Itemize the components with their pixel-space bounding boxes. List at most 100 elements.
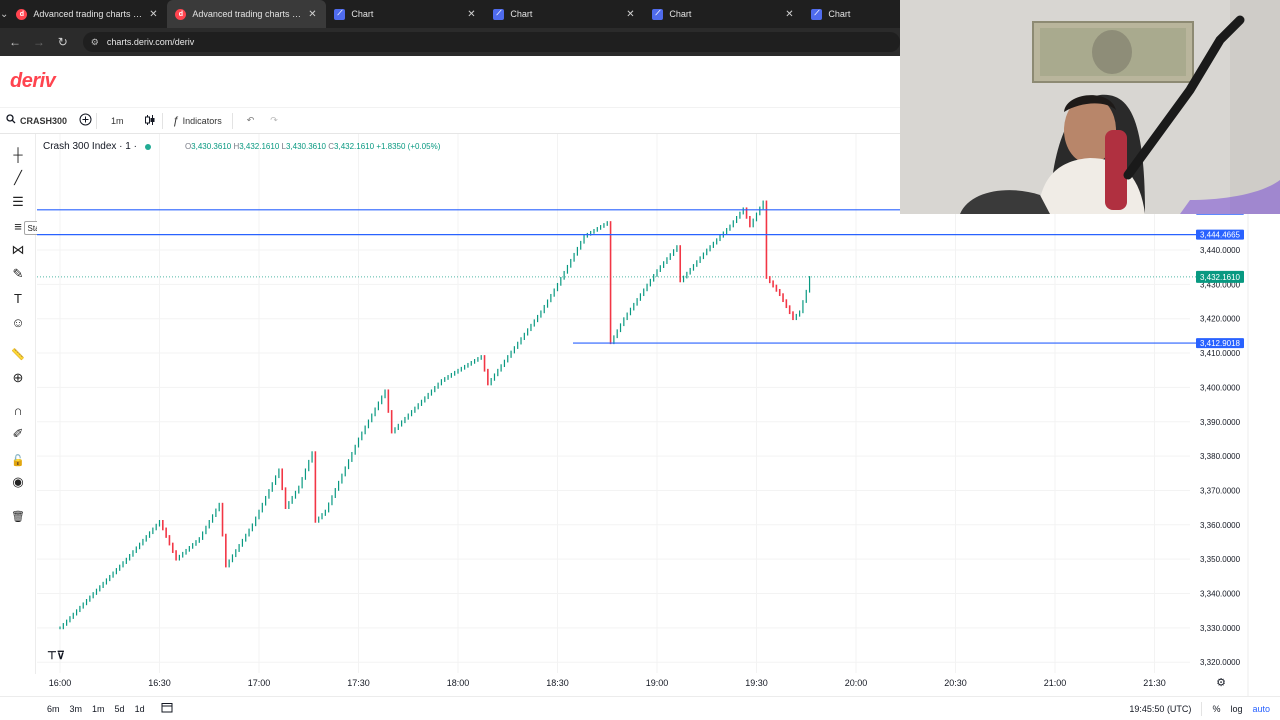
pencil-lock-icon[interactable]: ✐ — [7, 424, 29, 444]
time-tick-label: 17:00 — [248, 678, 271, 688]
deriv-logo[interactable]: deriv — [10, 70, 56, 93]
horizontal-lines-icon[interactable]: ☰ — [7, 192, 29, 212]
tab-close-icon[interactable]: ✕ — [306, 9, 318, 20]
chart-legend: Crash 300 Index · 1 · O3,430.3610 H3,432… — [43, 141, 440, 152]
tab-close-icon[interactable]: ✕ — [783, 9, 795, 20]
time-tick-label: 18:30 — [546, 678, 569, 688]
ohlc-values: O3,430.3610 H3,432.1610 L3,430.3610 C3,4… — [185, 142, 440, 151]
function-fx-icon: ƒ — [172, 114, 179, 127]
trend-line-icon[interactable]: ╱ — [7, 168, 29, 188]
tab-title: Chart — [351, 9, 374, 19]
price-line-label: 3,444.4665 — [1200, 231, 1241, 240]
eye-icon[interactable]: ◉ — [7, 472, 29, 492]
indicators-label: Indicators — [182, 115, 222, 126]
time-tick-label: 20:00 — [845, 678, 868, 688]
lock-icon[interactable]: 🔓 — [7, 450, 29, 470]
tab-title: Chart — [669, 9, 692, 19]
pattern-icon[interactable]: ⋈ — [7, 240, 29, 260]
interval-button[interactable]: 1m — [97, 108, 138, 134]
time-tick-label: 19:30 — [745, 678, 768, 688]
webcam-overlay — [900, 0, 1280, 214]
plus-circle-icon — [79, 113, 92, 128]
range-button[interactable]: 5d — [110, 704, 130, 714]
current-price-badge — [1196, 270, 1244, 283]
price-tick-label: 3,420.0000 — [1200, 315, 1241, 324]
tab-strip: d Advanced trading charts & tools ✕ d Advanc… — [8, 0, 962, 28]
time-tick-label: 18:00 — [447, 678, 470, 688]
deriv-favicon-icon: d — [175, 8, 187, 20]
browser-tab-bar: ⌄ d Advanced trading charts & tools ✕ d Adva… — [0, 0, 953, 28]
chart-type-button[interactable] — [138, 108, 162, 134]
address-bar[interactable]: ⚙ charts.deriv.com/deriv — [82, 32, 901, 52]
redo-button[interactable]: ↷ — [264, 108, 284, 134]
deriv-favicon-icon: d — [16, 8, 28, 20]
brush-icon[interactable]: ✎ — [7, 264, 29, 284]
deriv-header: deriv — [0, 56, 900, 108]
browser-tab[interactable]: d Advanced trading charts & tools ✕ — [8, 0, 167, 28]
magnet-icon[interactable]: ∩ — [7, 400, 29, 420]
utc-clock: 19:45:50 (UTC) — [1129, 703, 1192, 714]
price-tick-label: 3,320.0000 — [1200, 658, 1241, 667]
undo-button[interactable]: ↶ — [233, 108, 265, 134]
price-tick-label: 3,410.0000 — [1200, 349, 1241, 358]
time-tick-label: 20:30 — [944, 678, 967, 688]
browser-tab[interactable]: d Advanced trading charts & tools ✕ — [167, 0, 327, 28]
indicators-button[interactable]: ƒ Indicators — [163, 108, 232, 134]
drawing-toolbar: ┼ ╱ ☰ ≡ ⋈ ✎ T ☺ 📏 ⊕ ∩ ✐ 🔓 ◉ 🗑 — [0, 134, 36, 674]
site-info-icon[interactable]: ⚙ — [91, 37, 99, 48]
zoom-in-icon[interactable]: ⊕ — [7, 368, 29, 388]
price-tick-label: 3,440.0000 — [1200, 246, 1241, 255]
price-tick-label: 3,390.0000 — [1200, 418, 1241, 427]
browser-tab[interactable]: ⟋ Chart ✕ — [644, 0, 803, 28]
back-arrow-icon[interactable]: ← — [3, 35, 27, 49]
browser-toolbar: ← → ↻ ⚙ charts.deriv.com/deriv — [0, 28, 901, 56]
tab-title: Advanced trading charts & tools — [192, 9, 302, 19]
browser-tab[interactable]: ⟋ Chart ✕ — [485, 0, 644, 28]
crosshair-icon[interactable]: ┼ — [7, 144, 29, 164]
open-value: 3,430.3610 — [191, 142, 232, 151]
current-price-label: 3,432.1610 — [1200, 273, 1241, 282]
tab-title: Advanced trading charts & tools — [33, 9, 143, 19]
range-button[interactable]: 6m — [42, 704, 65, 714]
legend-title: Crash 300 Index · 1 · — [43, 141, 137, 152]
tab-close-icon[interactable]: ✕ — [465, 9, 477, 20]
settings-gear-icon: ⚙ — [1216, 677, 1226, 689]
emoji-icon[interactable]: ☺ — [7, 312, 29, 332]
range-button[interactable]: 1m — [87, 704, 110, 714]
percent-toggle[interactable]: % — [1212, 704, 1220, 714]
webcam-image — [900, 0, 1280, 214]
bottom-right-controls: 19:45:50 (UTC) % log auto — [1129, 701, 1270, 716]
range-button[interactable]: 1d — [130, 704, 150, 714]
symbol-search[interactable]: CRASH300 — [0, 108, 75, 134]
trash-icon[interactable]: 🗑 — [7, 506, 29, 526]
time-tick-label: 16:30 — [148, 678, 171, 688]
price-line-label: 3,412.9018 — [1200, 339, 1241, 348]
range-button[interactable]: 3m — [65, 704, 88, 714]
date-range-icon[interactable] — [156, 702, 178, 715]
search-icon — [6, 114, 16, 127]
close-value: 3,432.1610 — [334, 142, 375, 151]
high-value: 3,432.1610 — [239, 142, 280, 151]
tab-close-icon[interactable]: ✕ — [147, 9, 159, 20]
reload-icon[interactable]: ↻ — [51, 35, 75, 49]
price-tick-label: 3,360.0000 — [1200, 521, 1241, 530]
text-icon[interactable]: T — [7, 288, 29, 308]
forward-arrow-icon[interactable]: → — [27, 35, 51, 49]
log-toggle[interactable]: log — [1230, 704, 1242, 714]
auto-scale-toggle[interactable]: auto — [1252, 704, 1270, 714]
candles-icon — [144, 114, 156, 128]
time-tick-label: 16:00 — [49, 678, 72, 688]
price-tick-label: 3,350.0000 — [1200, 555, 1241, 564]
time-tick-label: 17:30 — [347, 678, 370, 688]
browser-tab[interactable]: ⟋ Chart ✕ — [326, 0, 485, 28]
price-tick-label: 3,400.0000 — [1200, 383, 1241, 392]
symbol-name: CRASH300 — [20, 115, 68, 126]
ruler-icon[interactable]: 📏 — [7, 344, 29, 364]
compare-symbol-button[interactable] — [75, 108, 96, 134]
change-value: +1.8350 (+0.05%) — [376, 142, 441, 151]
price-line-badge — [1196, 229, 1244, 240]
tab-close-icon[interactable]: ✕ — [624, 9, 636, 20]
time-tick-label: 21:00 — [1044, 678, 1067, 688]
tab-search-chevron-icon[interactable]: ⌄ — [0, 0, 8, 28]
tab-title: Chart — [510, 9, 533, 19]
